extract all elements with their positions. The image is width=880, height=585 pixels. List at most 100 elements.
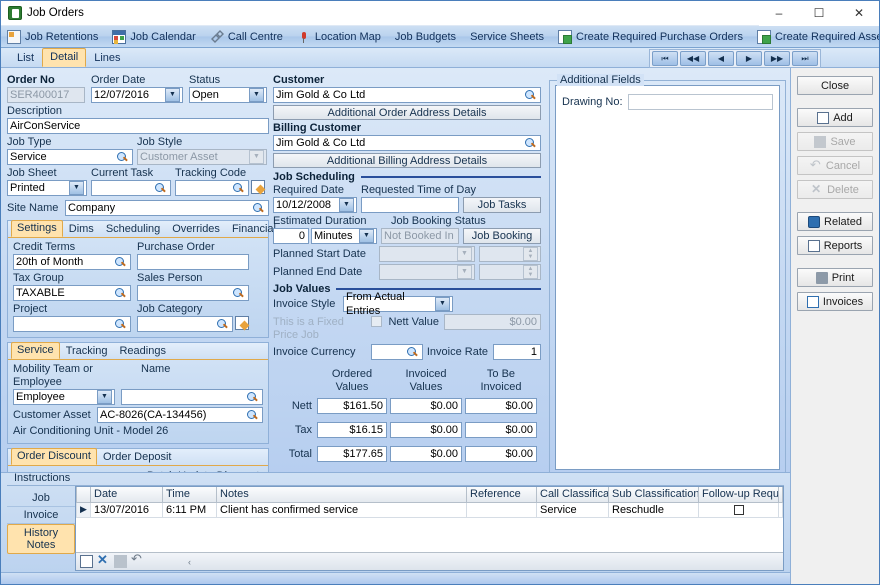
search-icon[interactable] [251,201,266,215]
ribbon-item-create-purchase-orders[interactable]: Create Required Purchase Orders [554,29,747,45]
tab-order-discount[interactable]: Order Discount [11,448,97,465]
search-icon[interactable] [115,150,130,164]
estimated-duration-field[interactable]: 0 [273,228,309,244]
next-record-button[interactable]: ▶ [736,51,762,66]
search-icon[interactable] [231,286,246,300]
ribbon-item-call-centre[interactable]: Call Centre [206,29,287,45]
prev-record-button[interactable]: ◀ [708,51,734,66]
employee-name-field[interactable] [121,389,263,405]
job-type-field[interactable]: Service [7,149,133,165]
ribbon-item-job-retentions[interactable]: Job Retentions [3,29,102,45]
search-icon[interactable] [523,136,538,150]
credit-terms-field[interactable]: 20th of Month [13,254,131,270]
ribbon-item-job-calendar[interactable]: Job Calendar [108,29,199,45]
ribbon-item-service-sheets[interactable]: Service Sheets [466,30,548,44]
order-date-field[interactable]: 12/07/2016 ▼ [91,87,183,103]
cell-follow-up-required[interactable] [698,501,779,518]
site-name-field[interactable]: Company [65,200,269,216]
chevron-down-icon[interactable]: ▼ [359,229,374,243]
ribbon-item-create-assembly-orders[interactable]: Create Required Assembly Orders [753,29,879,45]
tab-order-deposit[interactable]: Order Deposit [97,449,177,465]
search-icon[interactable] [215,317,230,331]
search-icon[interactable] [231,181,246,195]
search-icon[interactable] [405,345,420,359]
job-tasks-button[interactable]: Job Tasks [463,197,541,213]
mobility-field[interactable]: Employee ▼ [13,389,115,405]
first-record-button[interactable]: ⏮ [652,51,678,66]
vtab-invoice[interactable]: Invoice [7,507,75,524]
chevron-down-icon[interactable]: ▼ [249,88,264,102]
vtab-job[interactable]: Job [7,490,75,507]
invoice-rate-field[interactable]: 1 [493,344,541,360]
project-field[interactable] [13,316,131,332]
tab-lines[interactable]: Lines [86,49,128,67]
purchase-order-field[interactable] [137,254,249,270]
tax-to-be-invoiced-field[interactable]: $0.00 [465,422,537,438]
customer-asset-field[interactable]: AC-8026(CA-134456) [97,407,263,423]
nett-to-be-invoiced-field[interactable]: $0.00 [465,398,537,414]
job-booking-button[interactable]: Job Booking [463,228,541,244]
tab-detail[interactable]: Detail [42,48,87,67]
maximize-button[interactable]: ☐ [799,0,839,26]
col-reference[interactable]: Reference [466,487,537,503]
total-invoiced-field[interactable]: $0.00 [390,446,462,462]
search-icon[interactable] [113,317,128,331]
col-follow-up-required[interactable]: Follow-up Required [698,487,779,503]
search-icon[interactable] [113,286,128,300]
nett-ordered-field[interactable]: $161.50 [317,398,387,414]
duration-unit-field[interactable]: Minutes ▼ [311,228,377,244]
search-icon[interactable] [245,408,260,422]
tab-overrides[interactable]: Overrides [166,221,226,237]
last-record-button[interactable]: ⏭ [792,51,818,66]
tab-tracking[interactable]: Tracking [60,343,114,359]
total-to-be-invoiced-field[interactable]: $0.00 [465,446,537,462]
table-row[interactable]: ▶ 13/07/2016 6:11 PM Client has confirme… [76,501,783,518]
tab-scheduling[interactable]: Scheduling [100,221,166,237]
description-field[interactable]: AirConService [7,118,269,134]
related-button[interactable]: Related [797,212,873,231]
reports-button[interactable]: Reports [797,236,873,255]
ribbon-item-job-budgets[interactable]: Job Budgets [391,30,460,44]
next-page-button[interactable]: ▶▶ [764,51,790,66]
ribbon-item-location-map[interactable]: Location Map [293,29,385,45]
col-follow-up-date[interactable]: Follow-up Date [778,487,783,503]
sales-person-field[interactable] [137,285,249,301]
tax-ordered-field[interactable]: $16.15 [317,422,387,438]
status-field[interactable]: Open ▼ [189,87,267,103]
tax-invoiced-field[interactable]: $0.00 [390,422,462,438]
close-button[interactable]: Close [797,76,873,95]
col-date[interactable]: Date [90,487,163,503]
additional-billing-address-button[interactable]: Additional Billing Address Details [273,153,541,168]
invoice-style-field[interactable]: From Actual Entries ▼ [343,291,453,317]
nett-invoiced-field[interactable]: $0.00 [390,398,462,414]
current-task-field[interactable] [91,180,171,196]
job-sheet-field[interactable]: Printed ▼ [7,180,87,196]
col-notes[interactable]: Notes [216,487,467,503]
search-icon[interactable] [245,390,260,404]
minimize-button[interactable]: – [759,0,799,26]
drawing-no-field[interactable] [628,94,773,110]
tab-service[interactable]: Service [11,342,60,359]
tax-group-field[interactable]: TAXABLE [13,285,131,301]
invoices-button[interactable]: Invoices [797,292,873,311]
follow-up-checkbox[interactable] [733,504,744,515]
requested-time-field[interactable] [361,197,459,213]
edit-icon[interactable] [251,180,265,194]
chevron-down-icon[interactable]: ▼ [339,198,354,212]
grid-undo-icon[interactable] [131,551,144,568]
grid-delete-icon[interactable] [97,552,110,568]
customer-field[interactable]: Jim Gold & Co Ltd [273,87,541,103]
search-icon[interactable] [113,255,128,269]
additional-order-address-button[interactable]: Additional Order Address Details [273,105,541,120]
tab-dims[interactable]: Dims [63,221,100,237]
col-call-classification[interactable]: Call Classification [536,487,609,503]
grid-new-icon[interactable] [80,555,93,568]
tab-settings[interactable]: Settings [11,220,63,237]
tab-list[interactable]: List [9,49,42,67]
invoice-currency-field[interactable] [371,344,423,360]
vtab-history-notes[interactable]: History Notes [7,524,75,554]
total-ordered-field[interactable]: $177.65 [317,446,387,462]
chevron-down-icon[interactable]: ▼ [97,390,112,404]
add-button[interactable]: Add [797,108,873,127]
chevron-down-icon[interactable]: ▼ [69,181,84,195]
